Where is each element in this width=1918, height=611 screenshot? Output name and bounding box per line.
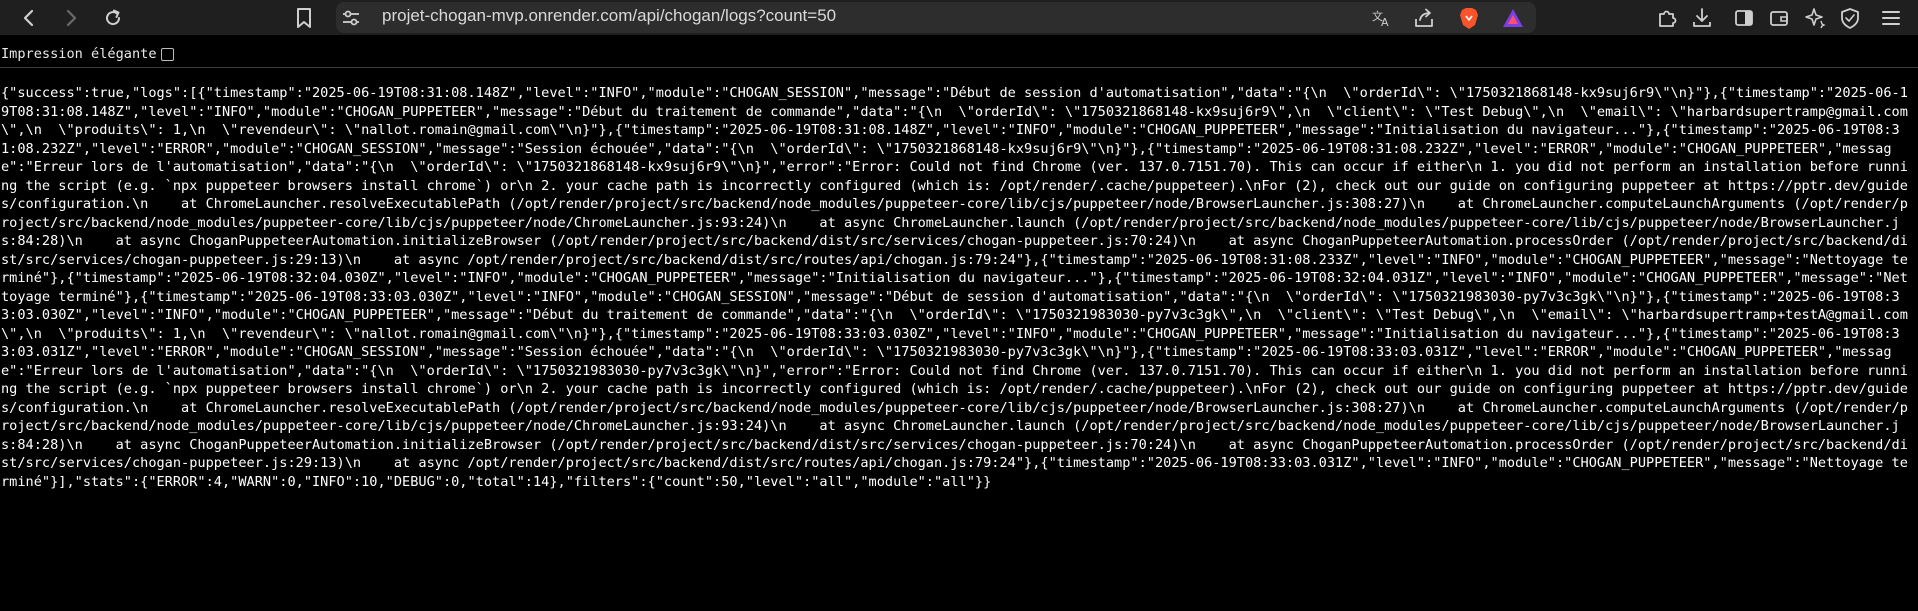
main-menu-button[interactable]: [1878, 5, 1904, 31]
tune-icon: [343, 10, 359, 26]
svg-text:A: A: [1381, 16, 1389, 29]
pretty-print-label: Impression élégante: [1, 46, 157, 62]
wallet-button[interactable]: [1766, 5, 1792, 31]
leo-button[interactable]: [1802, 5, 1828, 31]
reload-button[interactable]: [98, 3, 128, 33]
brave-shields-button[interactable]: [1456, 5, 1482, 31]
downloads-button[interactable]: [1689, 5, 1715, 31]
share-button[interactable]: [1411, 5, 1437, 31]
site-info-button[interactable]: [340, 7, 362, 29]
brave-rewards-button[interactable]: [1500, 5, 1526, 31]
arrow-right-icon: [66, 9, 77, 26]
sidebar-icon: [1735, 10, 1753, 26]
download-icon: [1693, 8, 1711, 27]
translate-icon: 文A: [1372, 9, 1389, 29]
raw-json-content: {"success":true,"logs":[{"timestamp":"20…: [1, 85, 1908, 490]
extensions-button[interactable]: [1654, 5, 1680, 31]
back-button[interactable]: [14, 3, 44, 33]
brave-lion-icon: [1460, 8, 1478, 29]
translate-button[interactable]: 文A: [1369, 5, 1395, 31]
viewer-divider: [0, 67, 1918, 68]
puzzle-icon: [1659, 10, 1677, 27]
forward-button[interactable]: [56, 3, 86, 33]
wallet-icon: [1770, 11, 1788, 26]
hamburger-menu-icon: [1882, 11, 1900, 25]
arrow-left-icon: [23, 9, 34, 26]
sparkle-icon: [1805, 8, 1826, 29]
reload-icon: [106, 9, 121, 25]
vpn-shield-icon: [1841, 8, 1859, 29]
sidebar-button[interactable]: [1731, 5, 1757, 31]
bookmark-button[interactable]: [291, 5, 317, 31]
bookmark-icon: [297, 8, 311, 28]
vpn-button[interactable]: [1837, 5, 1863, 31]
triangle-rewards-icon: [1503, 9, 1523, 27]
pretty-print-checkbox[interactable]: [160, 47, 174, 61]
pretty-print-toggle[interactable]: Impression élégante: [1, 46, 174, 62]
url-text[interactable]: projet-chogan-mvp.onrender.com/api/choga…: [382, 6, 836, 26]
share-icon: [1415, 8, 1433, 27]
